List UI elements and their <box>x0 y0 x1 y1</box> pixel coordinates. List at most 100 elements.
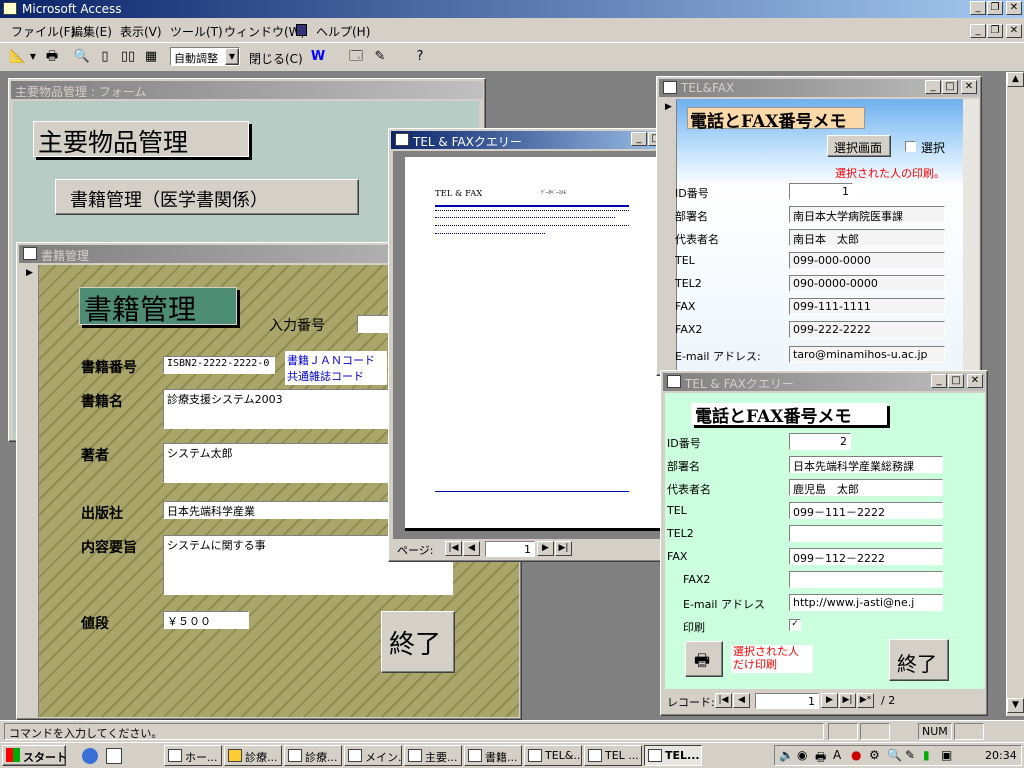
scroll-up-icon[interactable]: ▲ <box>1007 72 1024 87</box>
close-icon[interactable]: ✕ <box>961 80 977 94</box>
minimize-icon[interactable]: _ <box>970 1 986 15</box>
database-window-icon[interactable]: 🗔 <box>346 47 366 67</box>
exit-button[interactable]: 終了 <box>889 639 949 681</box>
task-button-main[interactable]: メイン... <box>344 745 402 766</box>
print-checkbox[interactable]: ✓ <box>789 619 801 631</box>
menu-edit[interactable]: 編集(E) <box>71 23 112 40</box>
task-button-books[interactable]: 書籍... <box>464 745 522 766</box>
task-button-folder-2[interactable]: 診療... <box>284 745 342 766</box>
task-button-tel[interactable]: TEL ... <box>584 745 642 766</box>
help-icon[interactable]: ? <box>410 47 430 67</box>
word-icon[interactable]: W <box>308 47 328 67</box>
new-record-icon[interactable]: ▶* <box>857 693 874 708</box>
maximize-icon[interactable]: □ <box>948 374 964 388</box>
telfax-vertical-scrollbar[interactable] <box>963 99 979 373</box>
id-field[interactable]: 2 <box>789 433 851 450</box>
form-window-icon[interactable] <box>23 247 37 260</box>
book-management-button[interactable]: 書籍管理（医学書関係） <box>55 179 359 215</box>
menu-window[interactable]: ウィンドウ(W) <box>224 23 305 40</box>
tools-icon[interactable]: ⚙ <box>869 748 880 762</box>
record-selector[interactable]: ▶ <box>21 265 39 717</box>
chevron-down-icon[interactable]: ▼ <box>225 48 239 65</box>
isbn-field[interactable]: ISBN2-2222-2222-0 <box>163 356 275 374</box>
tel2-field[interactable] <box>789 525 943 542</box>
two-pages-icon[interactable]: ▯▯ <box>118 47 138 67</box>
minimize-icon[interactable]: _ <box>931 374 947 388</box>
fax2-field[interactable]: 099-222-2222 <box>789 321 945 338</box>
tel-field[interactable]: 099-000-0000 <box>789 252 945 269</box>
task-button-tel-active[interactable]: TEL... <box>644 745 702 766</box>
task-button-main-items[interactable]: 主要... <box>404 745 462 766</box>
exit-button[interactable]: 終了 <box>381 611 455 673</box>
department-field[interactable]: 南日本大学病院医事課 <box>789 206 945 223</box>
representative-field[interactable]: 南日本 太郎 <box>789 229 945 246</box>
menu-tools[interactable]: ツール(T) <box>170 23 223 40</box>
ime-icon[interactable]: A <box>833 748 841 762</box>
prev-record-icon[interactable]: ◀ <box>733 693 750 708</box>
id-field[interactable]: 1 <box>789 183 853 200</box>
security-icon[interactable]: ● <box>851 748 861 762</box>
report-window-icon[interactable] <box>395 133 409 146</box>
printer-tray-icon[interactable]: 🖶 <box>815 748 826 768</box>
select-checkbox[interactable] <box>905 141 916 152</box>
prev-page-icon[interactable]: ◀ <box>463 541 480 556</box>
close-icon[interactable]: ✕ <box>967 374 983 388</box>
zoom-icon[interactable]: 🔍 <box>72 47 92 67</box>
first-page-icon[interactable]: |◀ <box>445 541 462 556</box>
mdi-vertical-scrollbar[interactable]: ▲ ▼ <box>1006 72 1024 716</box>
scroll-down-icon[interactable]: ▼ <box>1007 698 1024 713</box>
price-field[interactable]: ￥５００ <box>163 611 249 629</box>
access-key-icon[interactable] <box>3 2 17 15</box>
dropdown-arrow-icon[interactable]: ▼ <box>28 47 38 67</box>
print-button[interactable]: 🖶 <box>685 641 723 677</box>
author-field[interactable]: システム太郎 <box>163 443 389 483</box>
last-page-icon[interactable]: ▶| <box>555 541 572 556</box>
next-page-icon[interactable]: ▶ <box>537 541 554 556</box>
design-view-icon[interactable]: 📐 <box>8 47 28 67</box>
multiple-pages-icon[interactable]: ▦ <box>141 47 161 67</box>
pen-icon[interactable]: ✎ <box>905 748 915 762</box>
close-preview-button[interactable]: 閉じる(C) <box>246 47 303 67</box>
tel2-field[interactable]: 090-0000-0000 <box>789 275 945 292</box>
network-icon[interactable]: ◉ <box>797 748 807 762</box>
task-button-home[interactable]: ホー... <box>164 745 222 766</box>
first-record-icon[interactable]: |◀ <box>715 693 732 708</box>
close-icon[interactable]: ✕ <box>1006 1 1022 15</box>
record-number-field[interactable]: 1 <box>755 693 819 709</box>
menu-help[interactable]: ヘルプ(H) <box>316 23 370 40</box>
zoom-select[interactable]: 自動調整 ▼ <box>170 47 240 66</box>
representative-field[interactable]: 鹿児島 太郎 <box>789 479 943 496</box>
print-icon[interactable]: 🖶 <box>42 47 62 67</box>
restore-icon[interactable]: ❐ <box>987 1 1003 15</box>
volume-icon[interactable]: 🔈 <box>779 748 794 762</box>
maximize-icon[interactable]: □ <box>942 80 958 94</box>
form-icon[interactable] <box>296 24 307 36</box>
form-window-icon[interactable] <box>667 375 681 388</box>
notepad-quick-launch-icon[interactable] <box>106 748 122 764</box>
book-name-field[interactable]: 診療支援システム2003 <box>163 389 389 429</box>
email-field[interactable]: http://www.j-asti@ne.j <box>789 594 943 611</box>
ie-quick-launch-icon[interactable] <box>82 748 98 764</box>
child-close-icon[interactable]: ✕ <box>1006 24 1022 38</box>
new-object-icon[interactable]: ✎ <box>370 47 390 67</box>
minimize-icon[interactable]: _ <box>631 132 647 146</box>
task-button-folder-1[interactable]: 診療... <box>224 745 282 766</box>
tel-field[interactable]: 099－111－2222 <box>789 502 943 519</box>
monitor-icon[interactable]: ▣ <box>941 748 952 762</box>
publisher-field[interactable]: 日本先端科学産業 <box>163 501 389 519</box>
task-button-telfax[interactable]: TEL&... <box>524 745 582 766</box>
search-tray-icon[interactable]: 🔍 <box>887 748 902 762</box>
minimize-icon[interactable]: _ <box>925 80 941 94</box>
form-window-icon[interactable] <box>663 81 677 94</box>
fax-field[interactable]: 099－112－2222 <box>789 548 943 565</box>
next-record-icon[interactable]: ▶ <box>821 693 838 708</box>
fax2-field[interactable] <box>789 571 943 588</box>
child-minimize-icon[interactable]: _ <box>970 24 986 38</box>
one-page-icon[interactable]: ▯ <box>95 47 115 67</box>
department-field[interactable]: 日本先端科学産業総務課 <box>789 456 943 473</box>
last-record-icon[interactable]: ▶| <box>839 693 856 708</box>
fax-field[interactable]: 099-111-1111 <box>789 298 945 315</box>
battery-icon[interactable]: ▮ <box>923 748 930 762</box>
menu-file[interactable]: ファイル(F) <box>11 23 75 40</box>
select-screen-button[interactable]: 選択画面 <box>827 135 891 157</box>
